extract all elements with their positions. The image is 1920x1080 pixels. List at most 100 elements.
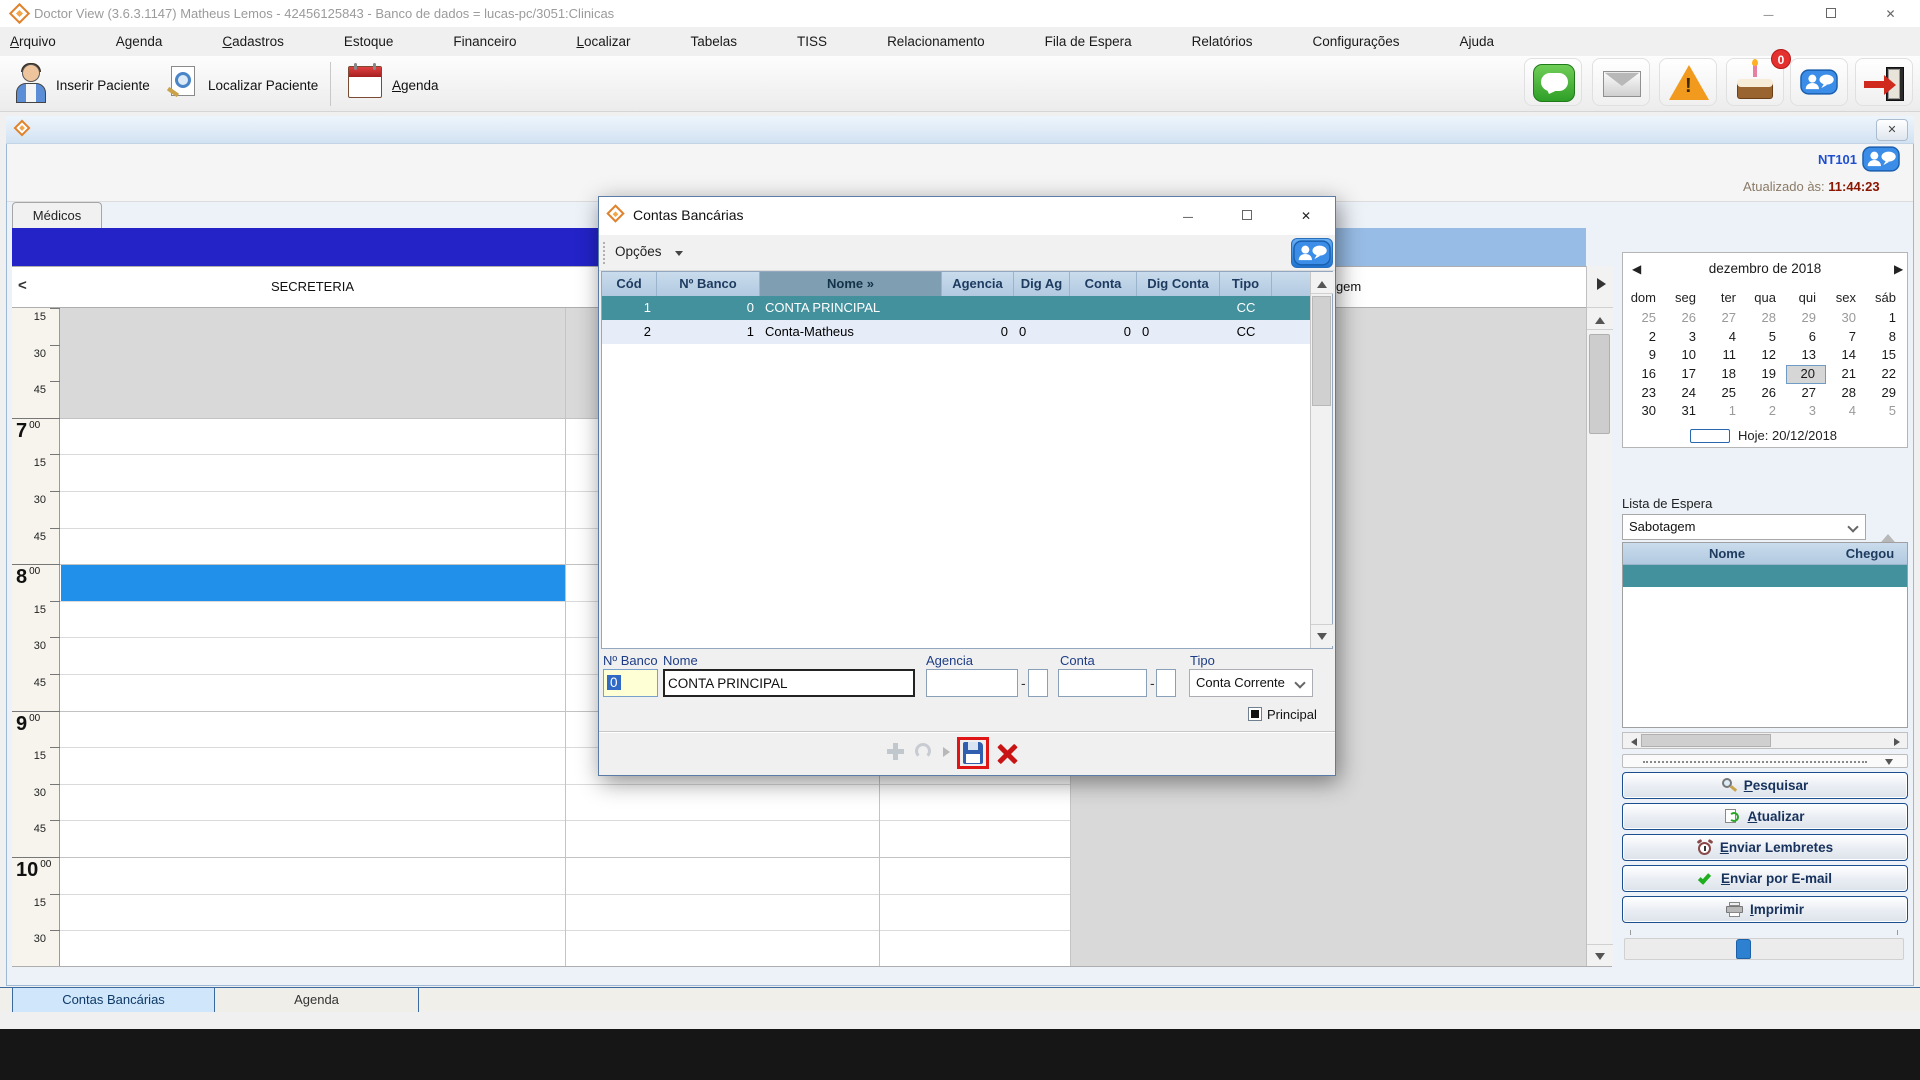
tab-medicos[interactable]: Médicos [12,202,102,228]
opcoes-menu[interactable]: Opções [615,244,662,259]
calendar-day[interactable]: 22 [1866,365,1906,384]
menu-item-tiss[interactable]: TISS [797,34,827,49]
calendar-day[interactable]: 27 [1786,384,1826,403]
zoom-slider[interactable] [1624,938,1904,960]
calendar-day[interactable]: 12 [1746,346,1786,365]
nome-input[interactable]: CONTA PRINCIPAL [663,669,915,697]
panel-splitter[interactable] [1622,754,1908,768]
calendar-day[interactable]: 19 [1746,365,1786,384]
minimize-button[interactable] [1746,0,1791,27]
calendar-day[interactable]: 7 [1826,328,1866,347]
calendar-day[interactable]: 2 [1746,402,1786,421]
communication-button[interactable] [1790,58,1848,106]
scroll-down-button[interactable] [1311,624,1333,646]
maximize-button[interactable] [1808,0,1853,27]
menu-item-configuracoes[interactable]: Configurações [1312,34,1399,49]
calendar-day[interactable]: 16 [1626,365,1666,384]
dialog-minimize-button[interactable] [1166,201,1210,231]
bank-account-row[interactable]: 21Conta-Matheus0000CC [602,320,1332,344]
calendar-day[interactable]: 17 [1666,365,1706,384]
menu-item-localizar[interactable]: Localizar [576,34,630,49]
scroll-thumb[interactable] [1312,296,1331,406]
insert-patient-icon[interactable] [14,64,48,104]
menu-item-agenda[interactable]: Agenda [116,34,163,49]
agenda-button[interactable]: Agenda [392,78,439,93]
calendar-day[interactable]: 25 [1626,309,1666,328]
calendar-day[interactable]: 1 [1866,309,1906,328]
menu-item-tabelas[interactable]: Tabelas [691,34,738,49]
calendar-day[interactable]: 25 [1706,384,1746,403]
schedule-vertical-scrollbar[interactable] [1586,266,1612,966]
alerts-button[interactable] [1659,58,1717,106]
calendar-day[interactable]: 31 [1666,402,1706,421]
whatsapp-chat-button[interactable] [1524,58,1582,106]
grid-vertical-scrollbar[interactable] [1310,272,1332,648]
calendar-day[interactable]: 1 [1706,402,1746,421]
waitlist-table[interactable]: NomeChegouAgenda [1622,542,1908,728]
calendar-day[interactable]: 24 [1666,384,1706,403]
selected-time-slot[interactable] [61,565,565,601]
menu-item-cadastros[interactable]: Cadastros [222,34,284,49]
calendar-day[interactable]: 2 [1626,328,1666,347]
insert-patient-button[interactable]: Inserir Paciente [56,78,150,93]
scroll-down-button[interactable] [1587,944,1613,966]
waitlist-horizontal-scrollbar[interactable] [1622,732,1908,749]
menu-item-fila-de-espera[interactable]: Fila de Espera [1045,34,1132,49]
zoom-slider-thumb[interactable] [1736,939,1751,959]
calendar-day[interactable]: 26 [1746,384,1786,403]
agenda-window-close-button[interactable] [1876,119,1908,141]
waitlist-select[interactable]: Sabotagem [1622,514,1866,540]
cancel-button[interactable] [997,743,1017,763]
atualizar-button[interactable]: Atualizar [1622,803,1908,830]
calendar-day[interactable]: 23 [1626,384,1666,403]
calendar-day[interactable]: 29 [1866,384,1906,403]
imprimir-button[interactable]: Imprimir [1622,896,1908,923]
schedule-prev-button[interactable]: < [18,277,27,294]
locate-patient-icon[interactable] [165,64,201,104]
calendar-day[interactable]: 9 [1626,346,1666,365]
bank-account-row[interactable]: 10CONTA PRINCIPALCC [602,296,1332,320]
grid-col-conta[interactable]: Conta [1070,272,1137,296]
agenda-chat-button[interactable] [1862,146,1900,177]
locate-patient-button[interactable]: Localizar Paciente [208,78,318,93]
menu-item-relatorios[interactable]: Relatórios [1192,34,1253,49]
calendar-day[interactable]: 30 [1626,402,1666,421]
close-button[interactable] [1868,0,1913,27]
scroll-up-button[interactable] [1587,308,1613,330]
menu-item-ajuda[interactable]: Ajuda [1460,34,1495,49]
banco-input[interactable]: 0 [603,669,658,697]
calendar-day[interactable]: 14 [1826,346,1866,365]
menu-item-estoque[interactable]: Estoque [344,34,394,49]
calendar-day[interactable]: 4 [1706,328,1746,347]
tab-contas-bancarias[interactable]: Contas Bancárias [12,988,215,1012]
agencia-dig-input[interactable] [1028,669,1048,697]
birthday-button[interactable]: 0 [1726,58,1784,106]
calendar-day[interactable]: 26 [1666,309,1706,328]
today-label[interactable]: Hoje: 20/12/2018 [1738,428,1837,443]
calendar-day[interactable]: 3 [1666,328,1706,347]
calendar-day[interactable]: 29 [1786,309,1826,328]
scroll-thumb[interactable] [1589,334,1610,434]
scroll-thumb[interactable] [1641,734,1771,747]
calendar-day[interactable]: 5 [1866,402,1906,421]
tab-agenda[interactable]: Agenda [215,988,419,1012]
grid-col-n-banco[interactable]: Nº Banco [657,272,760,296]
dialog-chat-button[interactable] [1291,238,1333,268]
grid-col-dig-ag[interactable]: Dig Ag [1014,272,1070,296]
calendar-day[interactable]: 8 [1866,328,1906,347]
calendar-day[interactable]: 30 [1826,309,1866,328]
calendar-day[interactable]: 18 [1706,365,1746,384]
dialog-maximize-button[interactable] [1225,201,1269,231]
conta-dig-input[interactable] [1156,669,1176,697]
grid-col-cod[interactable]: Cód [602,272,657,296]
calendar-day[interactable]: 21 [1826,365,1866,384]
calendar-day[interactable]: 3 [1786,402,1826,421]
menu-item-arquivo[interactable]: Arquivo [10,34,56,49]
conta-input[interactable] [1058,669,1147,697]
waitlist-selected-row[interactable] [1623,565,1907,587]
mail-button[interactable] [1592,58,1650,106]
calendar-day[interactable]: 11 [1706,346,1746,365]
enviar-email-button[interactable]: Enviar por E-mail [1622,865,1908,892]
calendar-day[interactable]: 15 [1866,346,1906,365]
schedule-next-button[interactable] [1587,266,1613,308]
